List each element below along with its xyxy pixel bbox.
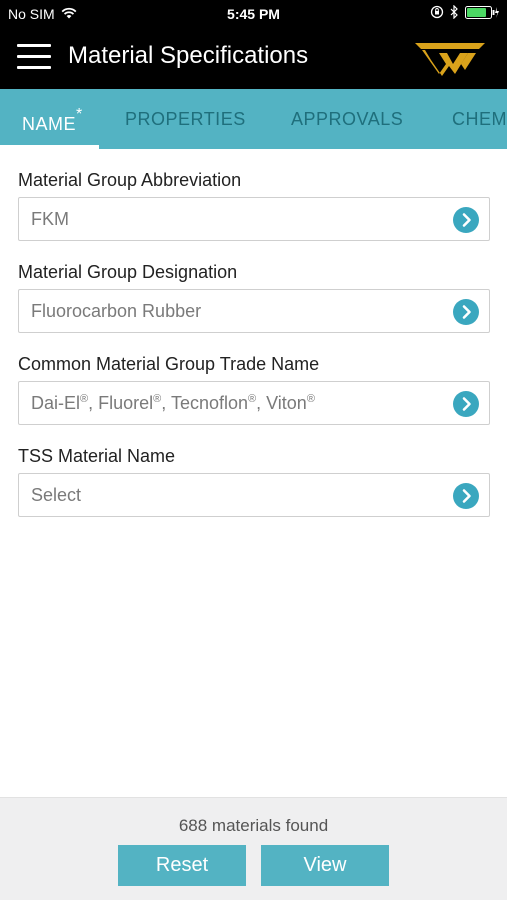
results-count: 688 materials found: [178, 816, 329, 835]
tss-material-name-label: TSS Material Name: [18, 446, 176, 466]
tab-chem[interactable]: CHEM: [452, 89, 507, 149]
chevron-right-icon[interactable]: [453, 207, 479, 233]
orientation-lock-icon: [430, 5, 444, 22]
status-bar: No SIM 5:45 PM: [0, 0, 507, 28]
trade-name-value: Dai-El®, Fluorel®, Tecnoflon®, Viton®: [31, 393, 315, 413]
chevron-right-icon[interactable]: [453, 391, 479, 417]
designation-value: Fluorocarbon Rubber: [31, 301, 202, 321]
results-footer: 688 materials found Reset View: [0, 797, 507, 900]
tab-name-label: NAME: [22, 114, 77, 134]
menu-icon[interactable]: [17, 44, 51, 72]
tab-bar: NAME* PROPERTIES APPROVALS CHEM: [0, 89, 507, 149]
page-title: Material Specifications: [68, 42, 309, 69]
view-button[interactable]: View: [261, 845, 389, 886]
tss-material-name-field[interactable]: Select: [18, 473, 490, 517]
designation-field[interactable]: Fluorocarbon Rubber: [18, 289, 490, 333]
chevron-right-icon[interactable]: [453, 299, 479, 325]
bluetooth-icon: [450, 4, 459, 22]
tab-name-marker: *: [76, 106, 83, 123]
tab-approvals[interactable]: APPROVALS: [291, 89, 403, 149]
reset-button[interactable]: Reset: [118, 845, 246, 886]
tss-material-name-value: Select: [31, 485, 82, 505]
abbreviation-value: FKM: [31, 209, 69, 229]
form: Material Group Abbreviation FKM Material…: [18, 149, 490, 517]
app-header: Material Specifications: [0, 28, 507, 89]
tab-name[interactable]: NAME*: [0, 89, 99, 149]
trade-name-field[interactable]: Dai-El®, Fluorel®, Tecnoflon®, Viton®: [18, 381, 490, 425]
tss-logo: [413, 38, 487, 78]
chevron-right-icon[interactable]: [453, 483, 479, 509]
status-right-group: [430, 4, 499, 22]
abbreviation-label: Material Group Abbreviation: [18, 170, 242, 190]
abbreviation-field[interactable]: FKM: [18, 197, 490, 241]
tab-properties[interactable]: PROPERTIES: [125, 89, 246, 149]
battery-icon: [465, 5, 499, 22]
trade-name-label: Common Material Group Trade Name: [18, 354, 320, 374]
designation-label: Material Group Designation: [18, 262, 238, 282]
